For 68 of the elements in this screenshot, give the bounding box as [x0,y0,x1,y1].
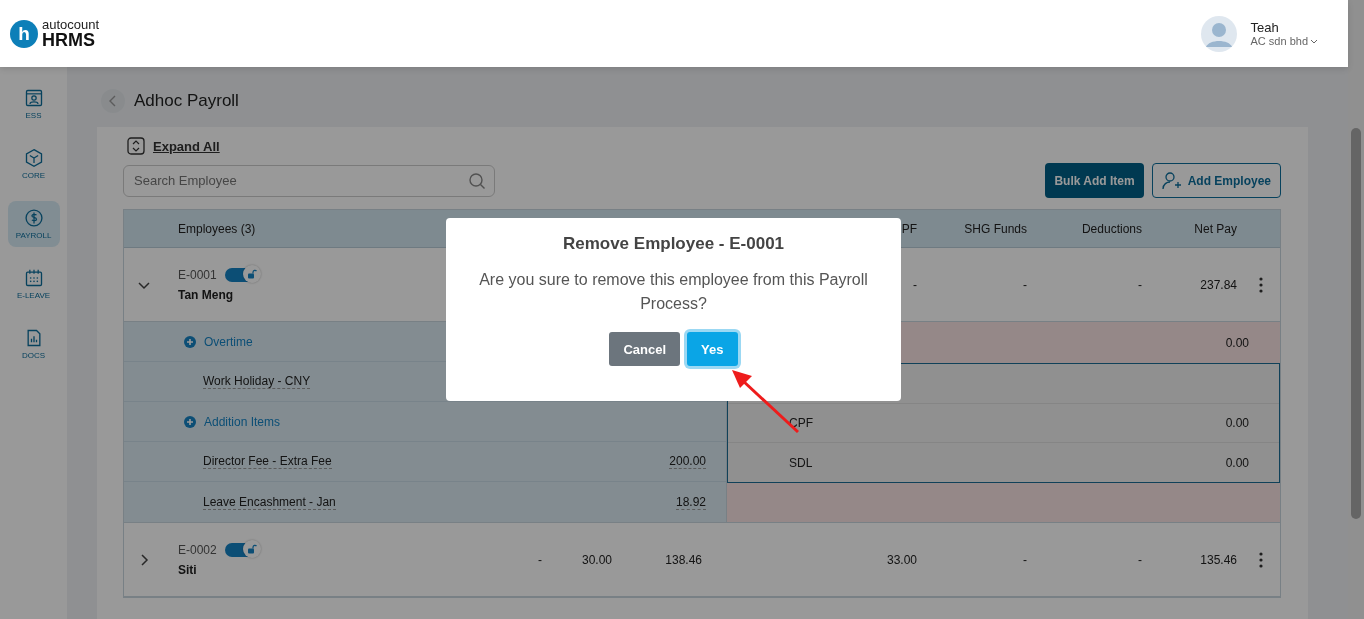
table-cell-text: - [1138,552,1143,567]
expand-icon[interactable] [127,137,145,155]
item-label[interactable]: Director Fee - Extra Fee [203,454,332,469]
page-title: Adhoc Payroll [134,91,239,111]
item-amount[interactable]: 200.00 [669,454,706,469]
bulk-add-button[interactable]: Bulk Add Item [1045,163,1144,198]
lock-icon [246,543,257,554]
dialog-message: Are you sure to remove this employee from this Payroll Process? [478,270,869,314]
column-header: SHG Funds [964,221,1028,236]
contribution-label: SDL [789,455,813,470]
cube-icon[interactable] [23,148,44,168]
lock-icon [246,268,257,279]
column-header: Deductions [1081,221,1143,236]
add-icon[interactable] [184,335,196,348]
sidebar-item[interactable]: ESS [7,81,60,127]
employee-id: E-0002 [178,542,217,557]
dialog-title: Remove Employee - E-0001 [562,234,785,254]
more-icon[interactable] [1259,276,1263,293]
id-card-icon[interactable] [23,88,44,108]
logo-text: autocount [42,18,100,31]
back-icon[interactable] [108,95,118,107]
lock-toggle[interactable] [224,267,259,282]
cancel-button[interactable]: Cancel [609,332,681,366]
column-header: PF [901,221,918,236]
logo-mark: h [10,19,38,48]
user-name: Teah [1250,20,1280,35]
dollar-icon[interactable] [23,208,44,228]
expand-all-link[interactable]: Expand All [153,138,220,154]
sidebar-item[interactable]: CORE [7,141,60,187]
item-amount[interactable]: 18.92 [675,494,706,510]
table-cell-text: 135.46 [1200,552,1238,567]
add-person-icon[interactable] [1161,171,1182,190]
sidebar-item[interactable]: PAYROLL [7,201,60,247]
add-employee-button[interactable]: Add Employee [1151,163,1281,198]
employee-id: E-0001 [178,267,217,282]
group-label[interactable]: Addition Items [204,414,281,429]
company-name[interactable]: AC sdn bhd [1250,35,1308,47]
search-icon[interactable] [468,171,486,190]
table-cell-text: 237.84 [1200,277,1238,292]
chevron-down-icon[interactable] [1310,37,1318,45]
employee-name: Tan Meng [178,287,235,302]
table-cell-text: - [1023,552,1028,567]
yes-button[interactable]: Yes [687,332,738,366]
sidebar-item[interactable]: E-LEAVE [7,261,60,307]
amount-text: 0.00 [1225,416,1249,430]
table-cell-text: 30.00 [581,552,613,567]
logo-text: HRMS [42,31,96,49]
amount-text: 0.00 [1225,455,1249,470]
amount-text: 0.00 [1225,335,1249,350]
more-icon[interactable] [1259,551,1263,568]
lock-toggle[interactable] [224,542,259,557]
column-header: Net Pay [1194,221,1238,236]
table-cell-text: - [913,277,918,292]
table-cell-text: 138.46 [665,552,703,567]
sidebar-item[interactable]: DOCS [7,321,60,367]
item-label[interactable]: Leave Encashment - Jan [203,494,336,510]
group-label[interactable]: Overtime [204,334,253,349]
table-cell-text: - [1138,277,1143,292]
add-icon[interactable] [184,415,196,428]
table-cell-text: - [538,552,543,567]
table-cell-text: 33.00 [886,552,918,567]
item-label[interactable]: Work Holiday - CNY [203,374,311,389]
table-cell-text: - [1023,277,1028,292]
employee-name: Siti [178,562,198,577]
avatar[interactable] [1200,15,1237,52]
column-header: Employees (3) [177,221,257,236]
search-field[interactable]: Search Employee [123,164,495,197]
calendar-icon[interactable] [23,268,44,288]
